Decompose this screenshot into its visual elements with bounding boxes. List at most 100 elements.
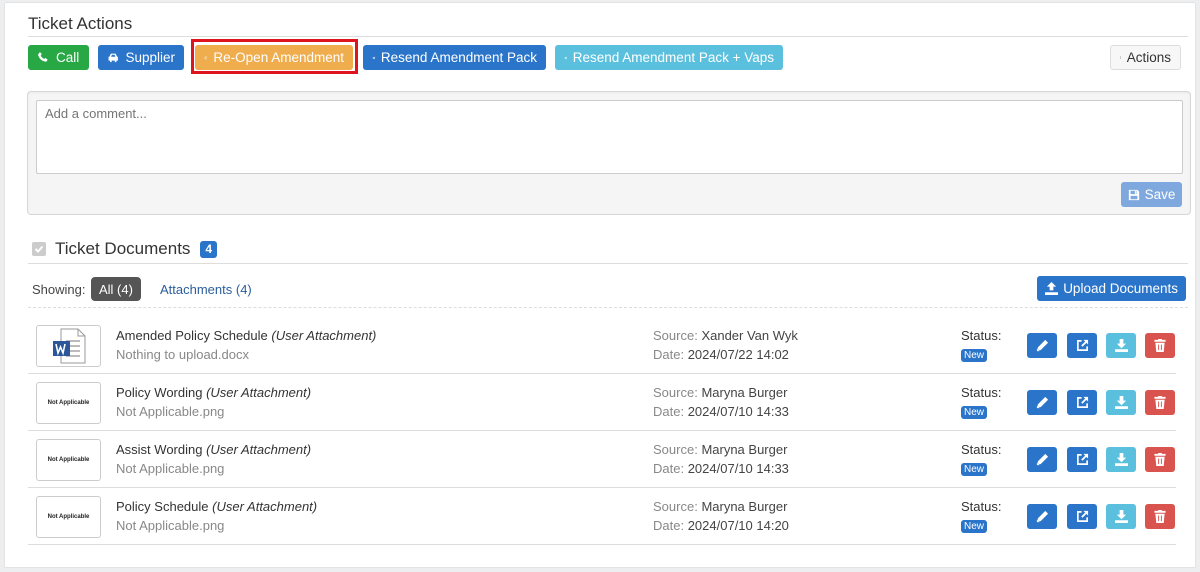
upload-icon: [1045, 282, 1059, 295]
trash-icon: [1154, 510, 1166, 523]
download-icon: [1114, 396, 1128, 409]
download-icon: [1114, 510, 1128, 523]
download-button[interactable]: [1106, 447, 1136, 472]
document-thumbnail[interactable]: Not Applicable: [36, 496, 101, 538]
document-thumbnail[interactable]: Not Applicable: [36, 382, 101, 424]
supplier-button[interactable]: Supplier: [98, 45, 184, 70]
external-link-icon: [1076, 396, 1088, 408]
document-thumbnail[interactable]: [36, 325, 101, 367]
filter-attachments-link[interactable]: Attachments (4): [160, 282, 252, 297]
external-link-icon: [1076, 510, 1088, 522]
send-icon: [564, 56, 567, 59]
document-row: Amended Policy Schedule (User Attachment…: [28, 317, 1176, 374]
status-label: Status:: [961, 499, 1002, 514]
document-tag: (User Attachment): [212, 499, 318, 514]
edit-button[interactable]: [1027, 390, 1057, 415]
document-thumbnail[interactable]: Not Applicable: [36, 439, 101, 481]
thumbnail-text: Not Applicable: [47, 514, 90, 520]
actions-menu-button[interactable]: Actions: [1110, 45, 1181, 70]
documents-title: Ticket Documents: [55, 239, 191, 258]
download-button[interactable]: [1106, 390, 1136, 415]
documents-header: Ticket Documents 4: [32, 239, 218, 259]
comment-section: Save: [27, 91, 1191, 215]
open-external-button[interactable]: [1067, 333, 1097, 358]
thumbnail-text: Not Applicable: [47, 457, 90, 463]
resend-amendment-pack-vaps-button[interactable]: Resend Amendment Pack + Vaps: [555, 45, 783, 70]
pencil-icon: [1036, 339, 1048, 352]
dashed-divider: [28, 307, 1188, 308]
document-name[interactable]: Amended Policy Schedule (User Attachment…: [116, 328, 376, 343]
thumbnail-text: Not Applicable: [47, 400, 90, 406]
delete-button[interactable]: [1145, 333, 1175, 358]
download-icon: [1114, 339, 1128, 352]
document-filename: Not Applicable.png: [116, 461, 225, 476]
upload-documents-button[interactable]: Upload Documents: [1037, 276, 1186, 301]
open-external-button[interactable]: [1067, 504, 1097, 529]
status-badge: New: [961, 406, 988, 419]
filter-all-pill[interactable]: All (4): [91, 277, 141, 301]
open-external-button[interactable]: [1067, 447, 1097, 472]
collapse-checkbox[interactable]: [32, 242, 46, 256]
document-tag: (User Attachment): [206, 442, 312, 457]
divider: [28, 263, 1188, 264]
showing-label: Showing:: [32, 282, 86, 297]
external-link-icon: [1076, 453, 1088, 465]
edit-button[interactable]: [1027, 504, 1057, 529]
open-external-button[interactable]: [1067, 390, 1097, 415]
highlight-box: [191, 39, 358, 74]
delete-button[interactable]: [1145, 390, 1175, 415]
edit-button[interactable]: [1027, 333, 1057, 358]
pencil-icon: [1036, 510, 1048, 523]
car-icon: [108, 53, 118, 63]
document-name[interactable]: Policy Wording (User Attachment): [116, 385, 311, 400]
status-badge: New: [961, 463, 988, 476]
edit-button[interactable]: [1027, 447, 1057, 472]
pencil-icon: [1036, 396, 1048, 409]
send-icon: [372, 56, 375, 59]
status-label: Status:: [961, 385, 1002, 400]
download-button[interactable]: [1106, 504, 1136, 529]
save-button[interactable]: Save: [1121, 182, 1182, 207]
document-filename: Not Applicable.png: [116, 404, 225, 419]
document-row: Not Applicable Policy Schedule (User Atta…: [28, 488, 1176, 545]
status-badge: New: [961, 349, 988, 362]
document-date: Date: 2024/07/10 14:33: [653, 461, 789, 476]
delete-button[interactable]: [1145, 447, 1175, 472]
document-filename: Nothing to upload.docx: [116, 347, 249, 362]
document-date: Date: 2024/07/22 14:02: [653, 347, 789, 362]
document-source: Source: Maryna Burger: [653, 499, 788, 514]
trash-icon: [1154, 339, 1166, 352]
documents-count-badge: 4: [200, 240, 218, 258]
document-source: Source: Maryna Burger: [653, 442, 788, 457]
document-filename: Not Applicable.png: [116, 518, 225, 533]
document-row: Not Applicable Policy Wording (User Attac…: [28, 374, 1176, 431]
delete-button[interactable]: [1145, 504, 1175, 529]
external-link-icon: [1076, 339, 1088, 351]
vertical-dots-icon: [1120, 56, 1121, 59]
document-tag: (User Attachment): [271, 328, 377, 343]
document-name[interactable]: Policy Schedule (User Attachment): [116, 499, 317, 514]
download-icon: [1114, 453, 1128, 466]
check-icon: [34, 245, 44, 253]
status-badge: New: [961, 520, 988, 533]
download-button[interactable]: [1106, 333, 1136, 358]
document-date: Date: 2024/07/10 14:20: [653, 518, 789, 533]
document-name[interactable]: Assist Wording (User Attachment): [116, 442, 311, 457]
call-button[interactable]: Call: [28, 45, 89, 70]
trash-icon: [1154, 453, 1166, 466]
phone-icon: [37, 51, 48, 62]
resend-amendment-pack-button[interactable]: Resend Amendment Pack: [363, 45, 546, 70]
word-document-icon: [52, 328, 85, 364]
document-tag: (User Attachment): [206, 385, 312, 400]
divider: [28, 36, 1188, 37]
pencil-icon: [1036, 453, 1048, 466]
document-source: Source: Maryna Burger: [653, 385, 788, 400]
status-label: Status:: [961, 328, 1002, 343]
trash-icon: [1154, 396, 1166, 409]
document-row: Not Applicable Assist Wording (User Attac…: [28, 431, 1176, 488]
status-label: Status:: [961, 442, 1002, 457]
document-date: Date: 2024/07/10 14:33: [653, 404, 789, 419]
comment-input[interactable]: [36, 100, 1183, 174]
floppy-disk-icon: [1128, 189, 1139, 200]
document-source: Source: Xander Van Wyk: [653, 328, 798, 343]
